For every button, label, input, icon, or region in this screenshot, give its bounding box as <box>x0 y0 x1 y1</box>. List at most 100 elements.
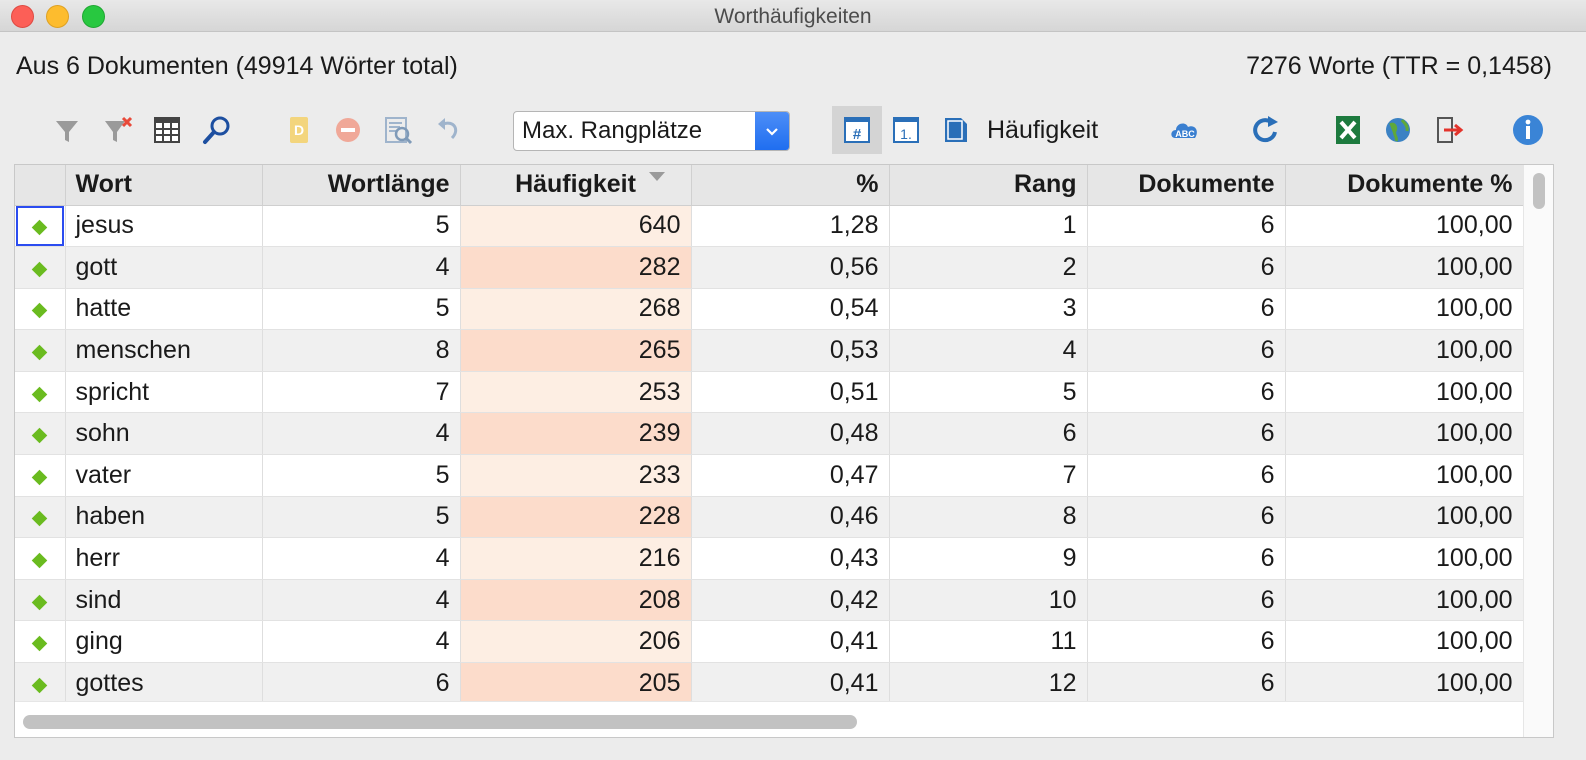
row-marker[interactable] <box>15 579 66 622</box>
row-marker[interactable] <box>15 496 66 539</box>
cell-documents[interactable]: 6 <box>1087 579 1286 622</box>
cell-rank[interactable]: 12 <box>889 662 1088 705</box>
cell-percent[interactable]: 0,41 <box>691 620 890 664</box>
cell-word[interactable]: sind <box>65 579 263 622</box>
header-documents-percent[interactable]: Dokumente % <box>1285 165 1524 206</box>
cell-rank[interactable]: 11 <box>889 620 1088 664</box>
undo-icon[interactable] <box>428 110 468 150</box>
cell-percent[interactable]: 0,56 <box>691 246 890 289</box>
vertical-scrollbar[interactable] <box>1523 165 1553 737</box>
cell-frequency[interactable]: 205 <box>460 662 692 705</box>
cell-documents-percent[interactable]: 100,00 <box>1285 412 1524 456</box>
cell-word-length[interactable]: 7 <box>262 371 461 414</box>
cell-word-length[interactable]: 6 <box>262 662 461 705</box>
zoom-document-icon[interactable] <box>378 110 418 150</box>
cell-word-length[interactable]: 4 <box>262 620 461 664</box>
row-marker[interactable] <box>15 205 66 248</box>
cell-documents-percent[interactable]: 100,00 <box>1285 662 1524 705</box>
horizontal-scrollbar[interactable] <box>15 701 1523 737</box>
cell-documents-percent[interactable]: 100,00 <box>1285 537 1524 580</box>
refresh-icon[interactable] <box>1245 110 1285 150</box>
cell-rank[interactable]: 3 <box>889 288 1088 331</box>
vertical-scroll-thumb[interactable] <box>1533 173 1545 209</box>
clear-filter-icon[interactable] <box>97 110 137 150</box>
header-percent[interactable]: % <box>691 165 890 206</box>
table-row[interactable]: haben 5 228 0,46 8 6 100,00 <box>15 496 1524 539</box>
cell-documents[interactable]: 6 <box>1087 454 1286 497</box>
cell-rank[interactable]: 2 <box>889 246 1088 289</box>
cell-documents-percent[interactable]: 100,00 <box>1285 496 1524 539</box>
exit-icon[interactable] <box>1428 110 1468 150</box>
cell-rank[interactable]: 7 <box>889 454 1088 497</box>
cell-rank[interactable]: 1 <box>889 205 1088 248</box>
horizontal-scroll-thumb[interactable] <box>23 715 857 729</box>
excel-export-icon[interactable] <box>1328 110 1368 150</box>
chevron-down-icon[interactable] <box>755 112 789 150</box>
cell-documents-percent[interactable]: 100,00 <box>1285 579 1524 622</box>
cell-rank[interactable]: 8 <box>889 496 1088 539</box>
cell-word[interactable]: sohn <box>65 412 263 456</box>
row-marker[interactable] <box>15 288 66 331</box>
cell-frequency[interactable]: 640 <box>460 205 692 248</box>
cell-percent[interactable]: 0,42 <box>691 579 890 622</box>
table-row[interactable]: vater 5 233 0,47 7 6 100,00 <box>15 454 1524 497</box>
table-row[interactable]: spricht 7 253 0,51 5 6 100,00 <box>15 371 1524 414</box>
cell-documents-percent[interactable]: 100,00 <box>1285 288 1524 331</box>
cell-word[interactable]: hatte <box>65 288 263 331</box>
cell-rank[interactable]: 9 <box>889 537 1088 580</box>
cell-word[interactable]: gottes <box>65 662 263 705</box>
info-icon[interactable] <box>1508 110 1548 150</box>
columns-icon[interactable] <box>147 110 187 150</box>
word-cloud-icon[interactable]: ABC <box>1165 110 1205 150</box>
cell-word[interactable]: jesus <box>65 205 263 248</box>
cell-rank[interactable]: 4 <box>889 329 1088 372</box>
cell-percent[interactable]: 0,47 <box>691 454 890 497</box>
header-word[interactable]: Wort <box>65 165 263 206</box>
cell-word[interactable]: gott <box>65 246 263 289</box>
cell-documents[interactable]: 6 <box>1087 496 1286 539</box>
cell-frequency[interactable]: 228 <box>460 496 692 539</box>
cell-documents-percent[interactable]: 100,00 <box>1285 329 1524 372</box>
row-marker[interactable] <box>15 412 66 456</box>
header-word-length[interactable]: Wortlänge <box>262 165 461 206</box>
document-icon[interactable] <box>935 110 975 150</box>
cell-documents[interactable]: 6 <box>1087 537 1286 580</box>
max-rank-select[interactable]: Max. Rangplätze <box>513 111 790 151</box>
row-marker[interactable] <box>15 620 66 664</box>
table-row[interactable]: gottes 6 205 0,41 12 6 100,00 <box>15 662 1524 705</box>
cell-word[interactable]: spricht <box>65 371 263 414</box>
table-row[interactable]: herr 4 216 0,43 9 6 100,00 <box>15 537 1524 580</box>
cell-documents[interactable]: 6 <box>1087 412 1286 456</box>
cell-documents[interactable]: 6 <box>1087 329 1286 372</box>
row-marker[interactable] <box>15 329 66 372</box>
header-rank[interactable]: Rang <box>889 165 1088 206</box>
cell-word-length[interactable]: 4 <box>262 412 461 456</box>
cell-rank[interactable]: 5 <box>889 371 1088 414</box>
cell-documents[interactable]: 6 <box>1087 371 1286 414</box>
cell-word[interactable]: haben <box>65 496 263 539</box>
table-row[interactable]: menschen 8 265 0,53 4 6 100,00 <box>15 329 1524 372</box>
cell-frequency[interactable]: 268 <box>460 288 692 331</box>
cell-frequency[interactable]: 265 <box>460 329 692 372</box>
cell-documents-percent[interactable]: 100,00 <box>1285 371 1524 414</box>
rank-icon[interactable]: 1. <box>886 110 926 150</box>
row-marker[interactable] <box>15 454 66 497</box>
table-row[interactable]: gott 4 282 0,56 2 6 100,00 <box>15 246 1524 289</box>
cell-percent[interactable]: 0,46 <box>691 496 890 539</box>
search-icon[interactable] <box>197 110 237 150</box>
row-marker[interactable] <box>15 537 66 580</box>
cell-word-length[interactable]: 4 <box>262 537 461 580</box>
table-row[interactable]: sohn 4 239 0,48 6 6 100,00 <box>15 412 1524 456</box>
table-row[interactable]: sind 4 208 0,42 10 6 100,00 <box>15 579 1524 622</box>
cell-percent[interactable]: 0,48 <box>691 412 890 456</box>
row-marker[interactable] <box>15 371 66 414</box>
cell-word-length[interactable]: 8 <box>262 329 461 372</box>
cell-frequency[interactable]: 208 <box>460 579 692 622</box>
cell-percent[interactable]: 0,43 <box>691 537 890 580</box>
cell-documents[interactable]: 6 <box>1087 620 1286 664</box>
cell-frequency[interactable]: 253 <box>460 371 692 414</box>
cell-rank[interactable]: 6 <box>889 412 1088 456</box>
cell-frequency[interactable]: 239 <box>460 412 692 456</box>
cell-percent[interactable]: 0,41 <box>691 662 890 705</box>
cell-percent[interactable]: 1,28 <box>691 205 890 248</box>
